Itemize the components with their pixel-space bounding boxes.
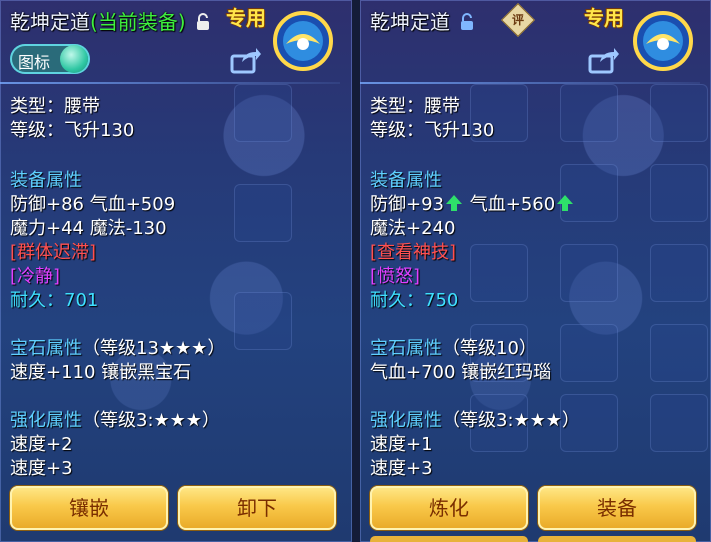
gem-line: 速度+110 镶嵌黑宝石 <box>10 362 192 383</box>
unequip-button[interactable]: 卸下 <box>178 486 336 530</box>
attr-header: 装备属性 <box>370 170 442 191</box>
attr-line-1: 防御+93 气血+560 <box>370 190 575 217</box>
up-arrow-icon <box>556 194 574 217</box>
equip-button[interactable]: 装备 <box>538 486 696 530</box>
item-type: 类型：腰带 <box>10 96 100 117</box>
item-level: 等级：飞升130 <box>370 120 495 141</box>
strengthen-line-1: 速度+2 <box>10 434 73 455</box>
refine-button[interactable]: 炼化 <box>370 486 528 530</box>
share-icon[interactable] <box>588 46 620 74</box>
strengthen-attr: 强化属性（等级3:★★★） <box>370 410 580 431</box>
special-effect: [冷静] <box>10 266 61 287</box>
durability: 耐久：750 <box>370 290 459 311</box>
right-item-panel: 乾坤定道 评 专用 类型：腰带 等级：飞升130 装备属性 防御+93 气血+5… <box>360 0 711 542</box>
special-effect: [愤怒] <box>370 266 421 287</box>
item-level: 等级：飞升130 <box>10 120 135 141</box>
strengthen-line-1: 速度+1 <box>370 434 433 455</box>
gem-line: 气血+700 镶嵌红玛瑙 <box>370 362 552 383</box>
gem-attr: 宝石属性（等级13★★★） <box>10 338 226 359</box>
lock-icon[interactable] <box>460 12 474 36</box>
strengthen-line-2: 速度+3 <box>10 458 73 479</box>
item-title: 乾坤定道 <box>370 6 474 36</box>
gem-attr: 宝石属性（等级10） <box>370 338 537 359</box>
attr-header: 装备属性 <box>10 170 82 191</box>
strengthen-attr: 强化属性（等级3:★★★） <box>10 410 220 431</box>
item-title: 乾坤定道(当前装备) <box>10 6 210 36</box>
left-item-panel: 乾坤定道(当前装备) 专用 图标 类型：腰带 等级：飞升130 装备属性 防御+… <box>0 0 352 542</box>
special-skill[interactable]: [群体迟滞] <box>10 238 96 264</box>
special-emblem-icon <box>272 10 334 72</box>
attr-line-2: 魔力+44 魔法-130 <box>10 218 167 239</box>
attr-line-2: 魔法+240 <box>370 218 456 239</box>
share-icon[interactable] <box>230 46 262 74</box>
lock-icon[interactable] <box>196 12 210 36</box>
special-emblem-icon <box>632 10 694 72</box>
review-badge[interactable]: 评 <box>501 3 535 37</box>
inlay-button[interactable]: 镶嵌 <box>10 486 168 530</box>
attr-line-1: 防御+86 气血+509 <box>10 194 176 215</box>
strengthen-line-2: 速度+3 <box>370 458 433 479</box>
icon-toggle[interactable]: 图标 <box>10 44 90 74</box>
special-tag: 专用 <box>584 6 624 30</box>
item-type: 类型：腰带 <box>370 96 460 117</box>
special-tag: 专用 <box>226 6 266 30</box>
special-skill[interactable]: [查看神技] <box>370 238 456 264</box>
durability: 耐久：701 <box>10 290 99 311</box>
